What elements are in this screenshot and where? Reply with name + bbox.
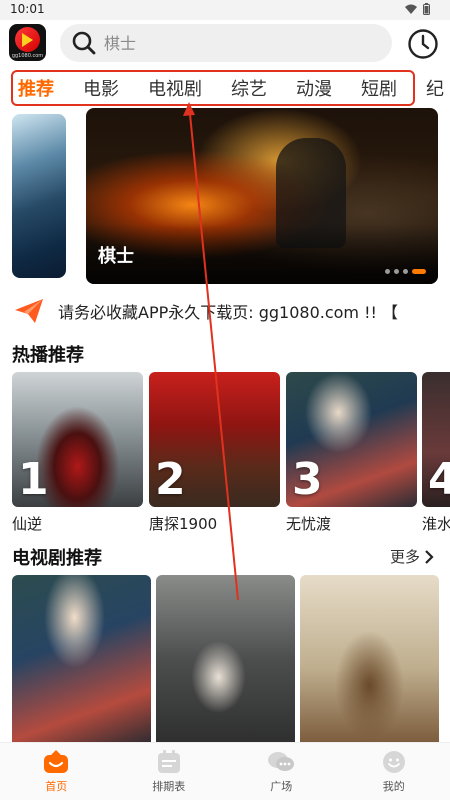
banner-main-slide[interactable]: 棋士 — [86, 108, 438, 284]
pagination-dot — [394, 269, 399, 274]
wifi-icon — [405, 4, 417, 14]
hot-name[interactable]: 仙逆 — [12, 513, 42, 534]
search-bar[interactable] — [60, 24, 392, 62]
hot-rank: 3 — [292, 454, 323, 505]
tv-card[interactable] — [12, 575, 151, 745]
play-icon — [22, 33, 33, 47]
bottom-navigation: 首页 排期表 广场 我的 — [0, 742, 450, 800]
notice-bar[interactable]: 请务必收藏APP永久下载页: gg1080.com !! 【 — [12, 295, 448, 327]
status-bar: 10:01 — [0, 0, 450, 20]
pagination-dot-active — [412, 269, 426, 274]
banner-shade — [86, 224, 438, 284]
paper-plane-icon — [12, 295, 46, 327]
nav-profile[interactable]: 我的 — [338, 743, 450, 800]
nav-label: 排期表 — [152, 780, 186, 793]
status-icons — [405, 3, 430, 15]
smiley-face-icon — [380, 749, 408, 775]
hot-card[interactable]: 3 — [286, 372, 417, 507]
nav-label: 广场 — [270, 780, 293, 793]
pagination-dot — [385, 269, 390, 274]
tv-more-link[interactable]: 更多 — [390, 546, 434, 567]
tv-card[interactable] — [300, 575, 439, 745]
hot-card[interactable]: 1 — [12, 372, 143, 507]
hot-rank: 4 — [428, 454, 450, 505]
tabs-highlight-box — [11, 70, 415, 106]
chat-bubbles-icon — [267, 749, 295, 775]
banner-title: 棋士 — [98, 246, 134, 267]
hot-section-title: 热播推荐 — [12, 345, 84, 366]
search-input[interactable] — [104, 33, 364, 53]
app-logo: gg1080.com — [9, 24, 46, 61]
hot-rank: 1 — [18, 454, 49, 505]
nav-label: 首页 — [45, 780, 68, 793]
status-time: 10:01 — [10, 2, 45, 16]
search-icon — [70, 29, 98, 57]
nav-schedule[interactable]: 排期表 — [113, 743, 226, 800]
battery-icon — [423, 3, 430, 15]
logo-text: gg1080.com — [11, 53, 44, 59]
home-icon — [42, 749, 70, 775]
hot-rank: 2 — [155, 454, 186, 505]
tv-section-title: 电视剧推荐 — [12, 548, 102, 569]
more-label: 更多 — [389, 548, 420, 566]
hot-name[interactable]: 唐探1900 — [149, 513, 217, 534]
chevron-right-icon — [425, 549, 434, 564]
nav-home[interactable]: 首页 — [0, 743, 113, 800]
tab-documentary[interactable]: 纪 — [426, 75, 444, 101]
tv-card[interactable] — [156, 575, 295, 745]
pagination-dot — [403, 269, 408, 274]
hot-card[interactable]: 4 — [422, 372, 450, 507]
banner-pagination — [385, 269, 426, 274]
hot-name[interactable]: 淮水 — [422, 513, 450, 534]
notice-text: 请务必收藏APP永久下载页: gg1080.com !! 【 — [58, 303, 399, 322]
calendar-icon — [155, 749, 183, 775]
clock-icon — [408, 29, 438, 59]
hot-name[interactable]: 无忧渡 — [286, 513, 331, 534]
nav-square[interactable]: 广场 — [225, 743, 338, 800]
hot-card[interactable]: 2 — [149, 372, 280, 507]
nav-label: 我的 — [382, 780, 405, 793]
history-button[interactable] — [406, 27, 440, 61]
banner-side-slide[interactable] — [12, 114, 66, 278]
